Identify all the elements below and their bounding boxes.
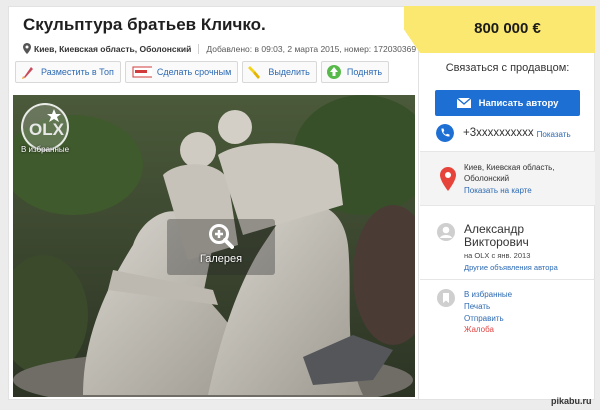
zoom-in-icon [209, 224, 234, 249]
seller-name: Александр Викторович [464, 222, 529, 249]
add-to-favorites-link[interactable]: В избранные [464, 289, 512, 301]
highlight-button[interactable]: Выделить [242, 61, 317, 83]
seller-since: на OLX с янв. 2013 [464, 251, 531, 260]
write-author-button[interactable]: Написать автору [435, 90, 580, 116]
arrow-up-icon [326, 65, 341, 79]
place-top-button[interactable]: Разместить в Топ [15, 61, 121, 83]
highlight-label: Выделить [268, 67, 310, 77]
listing-panel: Скульптура братьев Кличко. Киев, Киевска… [8, 6, 419, 400]
avatar [437, 223, 455, 241]
print-link[interactable]: Печать [464, 301, 512, 313]
phone-row: +3xxxxxxxxxx Показать [436, 124, 571, 142]
meta-divider [198, 43, 200, 54]
listing-title: Скульптура братьев Кличко. [23, 15, 266, 34]
other-ads-link[interactable]: Другие объявления автора [464, 263, 558, 272]
favorite-label[interactable]: В избранные [15, 145, 75, 154]
promotion-actions: Разместить в Топ Сделать срочным Выделит… [15, 61, 390, 83]
gallery-button[interactable]: Галерея [167, 219, 275, 275]
listing-photo[interactable]: OLX В избранные Галерея [13, 95, 415, 397]
complaint-link[interactable]: Жалоба [464, 324, 512, 336]
raise-label: Поднять [346, 67, 383, 77]
olx-logo-icon: OLX [29, 109, 65, 139]
address-text: Киев, Киевская область, Оболонский [464, 163, 555, 183]
location-pin-icon [23, 43, 31, 54]
envelope-icon [456, 98, 471, 108]
favorite-badge[interactable]: OLX [21, 103, 69, 151]
olx-logo-text: OLX [29, 120, 65, 139]
highlighter-icon [248, 66, 261, 79]
divider [420, 205, 595, 206]
listing-added-info: Добавлено: в 09:03, 2 марта 2015, номер:… [206, 43, 417, 54]
listing-meta: Киев, Киевская область, Оболонский Добав… [23, 43, 416, 54]
make-urgent-label: Сделать срочным [156, 67, 232, 77]
phone-icon [436, 124, 454, 142]
listing-location[interactable]: Киев, Киевская область, Оболонский [34, 44, 191, 54]
bookmark-icon [437, 289, 455, 307]
urgent-sticker-icon [132, 66, 152, 78]
show-on-map-link[interactable]: Показать на карте [464, 186, 532, 195]
make-urgent-button[interactable]: Сделать срочным [124, 61, 239, 83]
share-link[interactable]: Отправить [464, 313, 512, 325]
map-pin-icon [440, 167, 456, 191]
rocket-icon [22, 67, 33, 79]
sidebar-links: В избранные Печать Отправить Жалоба [464, 289, 512, 336]
gallery-label: Галерея [199, 253, 243, 265]
phone-number: +3xxxxxxxxxx [463, 127, 534, 139]
write-author-label: Написать автору [478, 97, 559, 109]
show-phone-link[interactable]: Показать [537, 130, 571, 139]
place-top-label: Разместить в Топ [41, 67, 114, 77]
divider [420, 279, 595, 280]
watermark: pikabu.ru [551, 396, 592, 406]
contact-title: Связаться с продавцом: [445, 62, 570, 74]
price-value: 800 000 € [474, 20, 541, 37]
raise-button[interactable]: Поднять [320, 61, 390, 83]
